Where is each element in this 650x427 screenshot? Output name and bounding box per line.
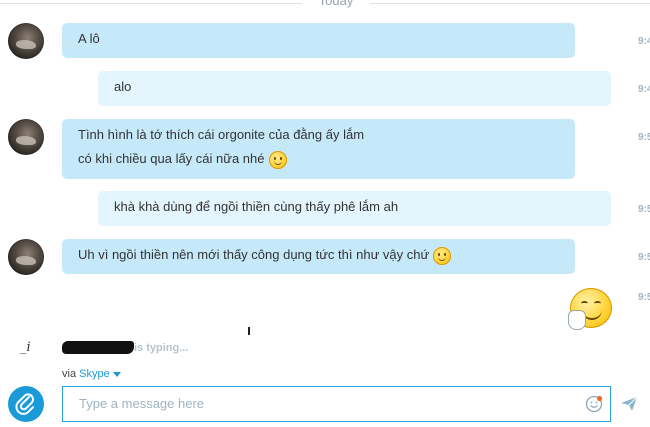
big-grin-peace-emoticon-icon[interactable]: [568, 288, 612, 330]
message-timestamp: 9:5: [638, 132, 650, 143]
text-cursor: [248, 327, 250, 335]
send-icon[interactable]: [620, 396, 638, 412]
message-text: có khi chiều qua lấy cái nữa nhé: [78, 151, 265, 166]
message-timestamp: 9:5: [638, 204, 650, 215]
message-text: Tình hình là tớ thích cái orgonite của đ…: [78, 127, 365, 142]
via-label: via: [62, 368, 77, 380]
typing-indicator-text: is typing...: [134, 342, 189, 354]
service-name[interactable]: Skype: [79, 368, 110, 380]
message-bubble-outgoing[interactable]: khà khà dùng để ngồi thiền cùng thấy phê…: [98, 191, 611, 226]
message-timestamp: 9:4: [638, 84, 650, 95]
via-service-selector[interactable]: via Skype: [62, 368, 121, 380]
message-compose-box[interactable]: [62, 386, 611, 422]
contact-avatar[interactable]: [8, 119, 44, 155]
message-input[interactable]: [77, 395, 561, 412]
message-timestamp: 9:4: [638, 36, 650, 47]
contact-avatar[interactable]: [8, 239, 44, 275]
message-bubble-incoming[interactable]: Tình hình là tớ thích cái orgonite của đ…: [62, 119, 575, 179]
typing-indicator-icon: _i: [20, 340, 31, 355]
message-text: Uh vì ngồi thiền nên mới thấy công dụng …: [78, 247, 430, 262]
message-bubble-outgoing[interactable]: alo: [98, 71, 611, 106]
message-bubble-incoming[interactable]: A lô: [62, 23, 575, 58]
message-text: alo: [114, 79, 132, 94]
paperclip-icon: [15, 393, 34, 415]
message-text: A lô: [78, 31, 100, 46]
smile-emoticon-icon: [433, 246, 452, 265]
smile-emoticon-icon: [268, 150, 287, 169]
emoticon-picker-icon[interactable]: [585, 395, 603, 413]
redacted-contact-name: [62, 341, 134, 354]
chevron-down-icon[interactable]: [112, 371, 121, 377]
message-bubble-incoming[interactable]: Uh vì ngồi thiền nên mới thấy công dụng …: [62, 239, 575, 274]
message-timestamp: 9:5: [638, 292, 650, 303]
contact-avatar[interactable]: [8, 23, 44, 59]
message-text: khà khà dùng để ngồi thiền cùng thấy phê…: [114, 199, 399, 214]
attach-file-button[interactable]: [8, 386, 44, 422]
message-timestamp: 9:5: [638, 252, 650, 263]
day-label: Today: [302, 0, 370, 8]
